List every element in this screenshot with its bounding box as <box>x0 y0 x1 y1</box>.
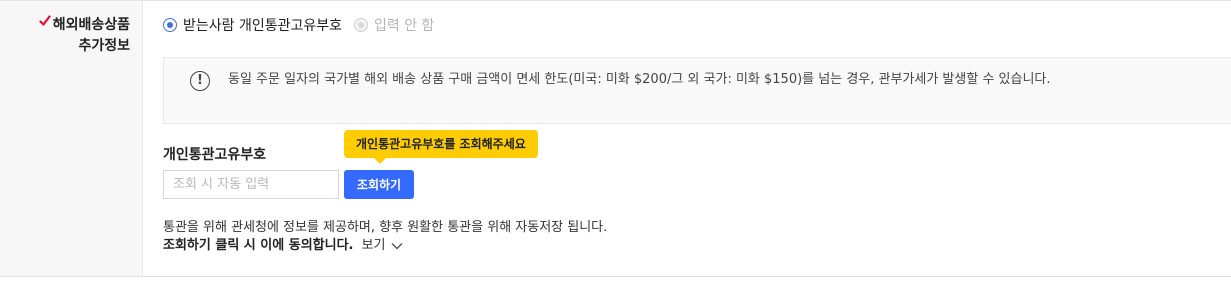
consent-agreement: 조회하기 클릭 시 이에 동의합니다. 보기 <box>163 237 403 255</box>
section-label-line2: 추가정보 <box>78 38 130 54</box>
consent-view-label: 보기 <box>361 238 386 253</box>
customs-notice-box: ! 동일 주문 일자의 국가별 해외 배송 상품 구매 금액이 면세 한도(미국… <box>163 57 1231 124</box>
consent-info-text: 통관을 위해 관세청에 정보를 제공하며, 향후 원활한 통관을 위해 자동저장… <box>163 220 608 235</box>
pcc-input[interactable] <box>163 170 339 199</box>
section-label-column: 해외배송상품 추가정보 <box>0 1 143 276</box>
bottom-divider <box>0 276 1231 277</box>
exclamation-circle-icon: ! <box>190 71 210 91</box>
section-content: 받는사람 개인통관고유부호 입력 안 함 ! 동일 주문 일자의 국가별 해외 … <box>143 1 1231 276</box>
consent-view-toggle[interactable]: 보기 <box>361 237 403 255</box>
chevron-down-icon <box>391 243 403 250</box>
section-label-line1: 해외배송상품 <box>52 17 130 33</box>
radio-pcc-label[interactable]: 받는사람 개인통관고유부호 <box>183 15 342 35</box>
pcc-title: 개인통관고유부호 <box>163 147 267 163</box>
radio-no-input-label: 입력 안 함 <box>374 18 435 34</box>
pcc-option-group: 받는사람 개인통관고유부호 입력 안 함 <box>163 15 446 35</box>
pcc-lookup-tooltip: 개인통관고유부호를 조회해주세요 <box>344 130 538 164</box>
radio-pcc[interactable] <box>163 18 177 32</box>
radio-no-input <box>354 18 369 32</box>
required-check-icon <box>39 15 51 26</box>
consent-agreement-text: 조회하기 클릭 시 이에 동의합니다. <box>163 238 354 253</box>
lookup-button[interactable]: 조회하기 <box>344 170 414 199</box>
section-label: 해외배송상품 추가정보 <box>39 15 130 57</box>
customs-notice-text: 동일 주문 일자의 국가별 해외 배송 상품 구매 금액이 면세 한도(미국: … <box>228 72 1051 87</box>
